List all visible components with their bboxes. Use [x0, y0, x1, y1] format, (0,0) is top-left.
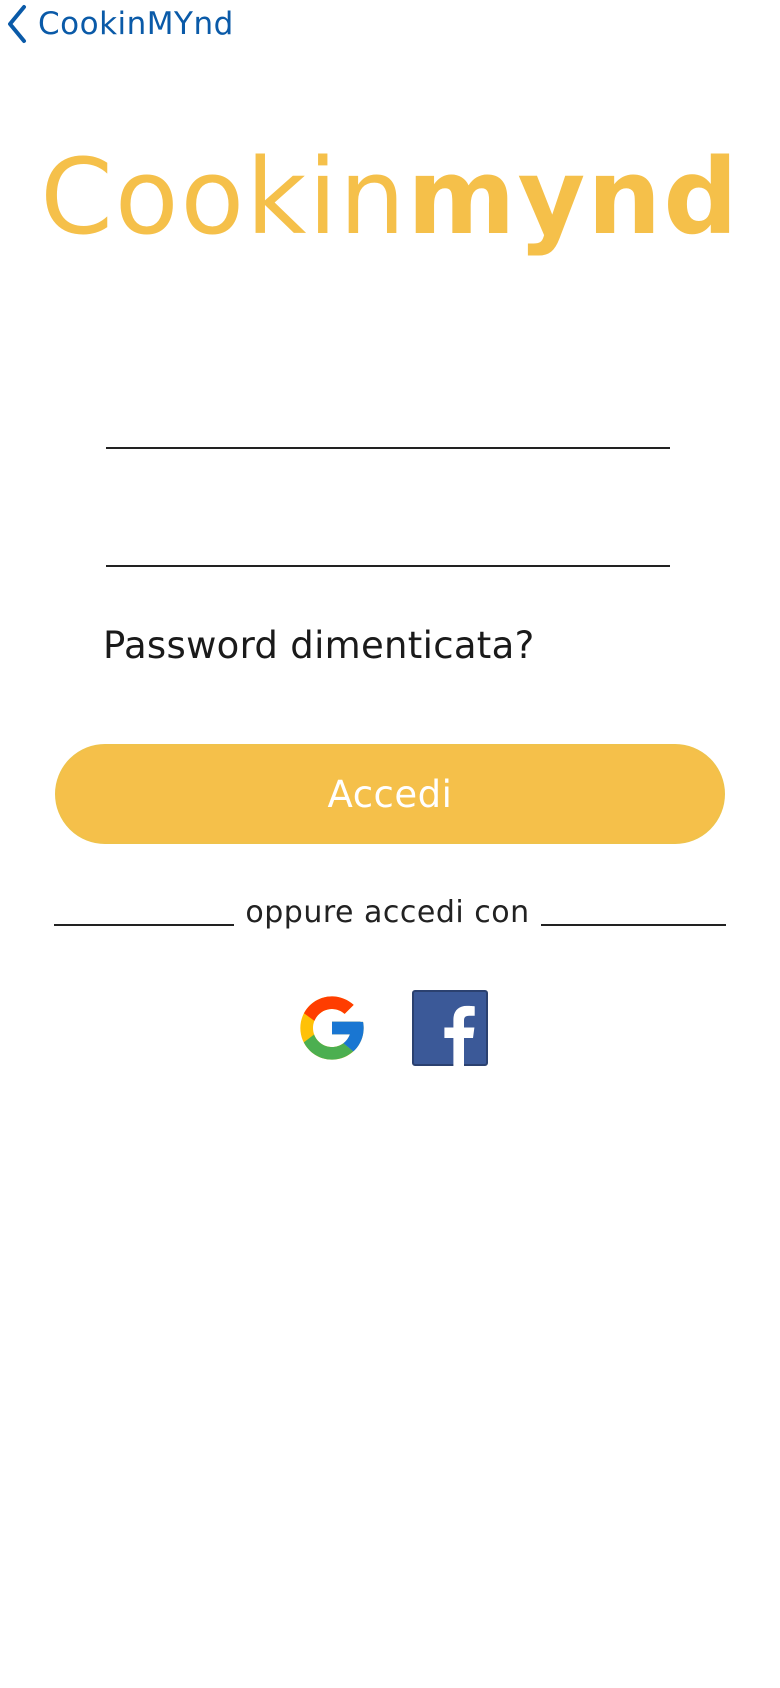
logo-text-bold: mynd	[407, 136, 740, 258]
back-button[interactable]: CookinMYnd	[6, 2, 234, 46]
facebook-icon	[412, 990, 488, 1066]
username-field[interactable]	[106, 393, 670, 449]
social-divider-label: oppure accedi con	[245, 895, 530, 930]
divider-line-right	[541, 924, 726, 926]
back-button-label: CookinMYnd	[38, 6, 234, 42]
app-logo: Cookinmynd	[0, 145, 780, 249]
divider-line-left	[54, 924, 234, 926]
facebook-login-button[interactable]	[412, 990, 488, 1066]
password-field[interactable]	[106, 511, 670, 567]
forgot-password-link[interactable]: Password dimenticata?	[103, 624, 535, 667]
login-button[interactable]: Accedi	[55, 744, 725, 844]
chevron-left-icon	[6, 4, 28, 44]
google-icon	[294, 990, 370, 1066]
google-login-button[interactable]	[294, 990, 370, 1066]
logo-text-regular: Cookin	[40, 136, 408, 258]
